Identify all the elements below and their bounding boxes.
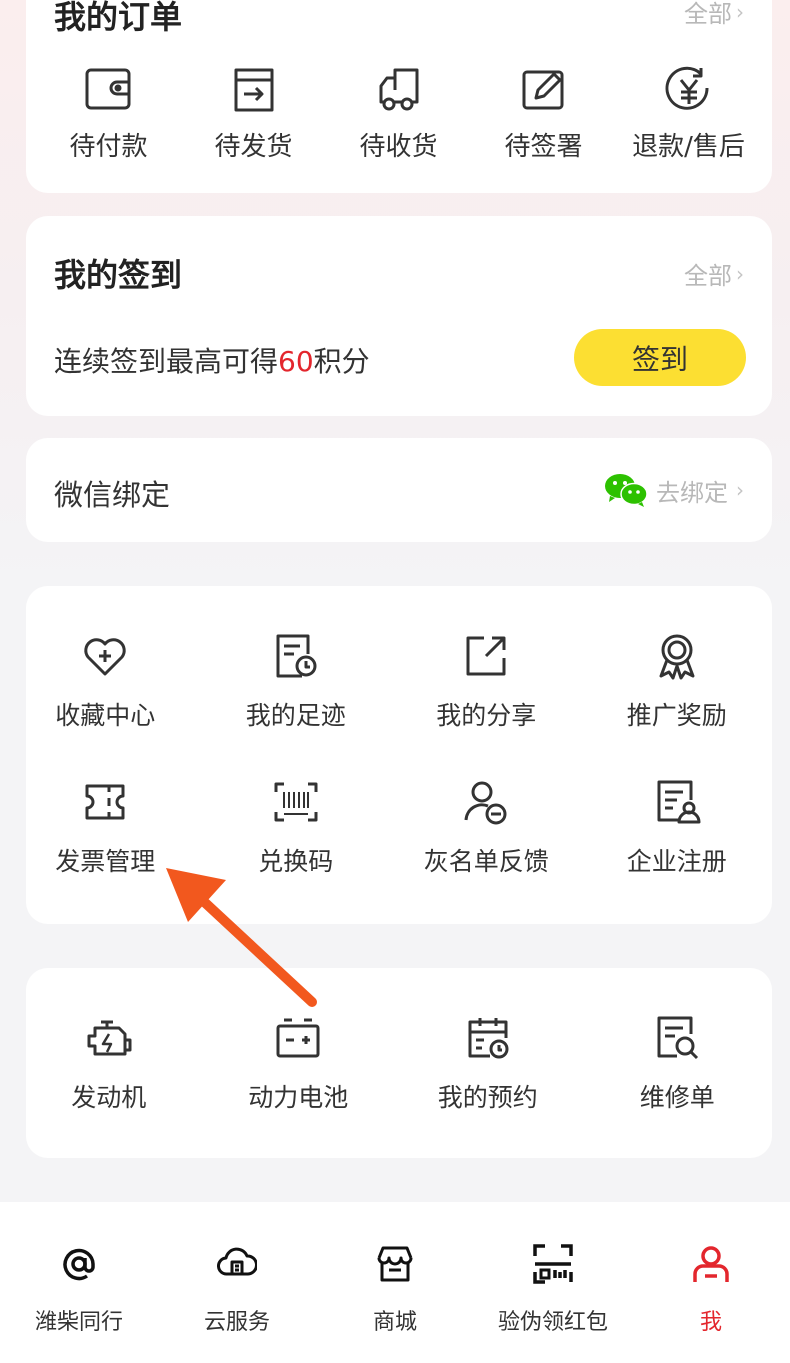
- orders-more-link[interactable]: 全部 ›: [684, 0, 744, 29]
- signin-more-link[interactable]: 全部 ›: [684, 256, 744, 291]
- nav-cloud-service-label: 云服务: [203, 1310, 270, 1335]
- grid-invoice-management-label: 发票管理: [55, 847, 156, 876]
- nav-store-label: 商城: [372, 1310, 417, 1335]
- wechat-icon: [605, 474, 648, 507]
- wallet-icon: [85, 68, 130, 110]
- orders-more-label: 全部: [684, 0, 732, 28]
- order-pending-sign-label: 待签署: [504, 132, 583, 162]
- signin-title: 我的签到: [54, 256, 183, 294]
- grid-my-share[interactable]: 我的分享: [391, 632, 582, 732]
- nav-verify-red-packet-label: 验伪领红包: [497, 1310, 608, 1335]
- signin-desc-suffix: 积分: [313, 345, 370, 378]
- signin-desc-prefix: 连续签到最高可得: [54, 345, 279, 378]
- grid-my-appointments-label: 我的预约: [437, 1083, 538, 1112]
- at-icon: [63, 1248, 95, 1281]
- order-refund-aftersale-label: 退款/售后: [632, 132, 745, 162]
- signin-description: 连续签到最高可得60积分: [54, 340, 370, 380]
- grid-enterprise-registration[interactable]: 企业注册: [582, 778, 773, 878]
- grid-my-appointments[interactable]: 我的预约: [393, 1014, 583, 1114]
- wechat-bind-card[interactable]: 微信绑定 去绑定 ›: [26, 438, 772, 542]
- orders-title: 我的订单: [54, 0, 183, 36]
- user-icon: [693, 1246, 729, 1282]
- scan-icon: [533, 1244, 573, 1284]
- wechat-bind-action[interactable]: 去绑定 ›: [604, 472, 744, 508]
- order-pending-receipt-label: 待收货: [359, 132, 438, 162]
- repair-order-icon: [657, 1016, 699, 1060]
- grid-referral-rewards[interactable]: 推广奖励: [582, 632, 773, 732]
- grid-referral-rewards-label: 推广奖励: [626, 701, 727, 730]
- grid-favorites[interactable]: 收藏中心: [10, 632, 201, 732]
- grid-my-share-label: 我的分享: [436, 701, 537, 730]
- store-icon: [377, 1246, 413, 1282]
- signin-button[interactable]: 签到: [574, 329, 746, 386]
- engine-icon: [87, 1020, 132, 1056]
- truck-icon: [379, 68, 418, 111]
- grid-redeem-code[interactable]: 兑换码: [201, 778, 392, 878]
- calendar-icon: [468, 1018, 509, 1059]
- chevron-right-icon: ›: [736, 0, 744, 24]
- grid-enterprise-registration-label: 企业注册: [626, 847, 727, 876]
- grid-repair-orders[interactable]: 维修单: [583, 1014, 773, 1114]
- nav-me-label: 我: [699, 1310, 722, 1335]
- order-pending-shipment-label: 待发货: [214, 132, 293, 162]
- sign-edit-icon: [522, 70, 563, 110]
- award-icon: [659, 634, 695, 680]
- order-pending-shipment[interactable]: 待发货: [181, 66, 326, 163]
- order-refund-aftersale[interactable]: 退款/售后: [616, 66, 761, 163]
- heart-plus-icon: [84, 638, 126, 676]
- signin-more-label: 全部: [684, 262, 732, 290]
- order-pending-payment-label: 待付款: [69, 132, 148, 162]
- nav-store[interactable]: 商城: [316, 1202, 474, 1363]
- grid-redeem-code-label: 兑换码: [258, 847, 334, 876]
- orders-card: 我的订单 全部 › 待付款 待发货 待收货 待签署 退款/售后: [26, 0, 772, 193]
- nav-weichai-together-label: 潍柴同行: [34, 1310, 123, 1335]
- chevron-right-icon: ›: [736, 478, 744, 502]
- grid-graylist-feedback[interactable]: 灰名单反馈: [391, 778, 582, 878]
- order-pending-receipt[interactable]: 待收货: [326, 66, 471, 163]
- refund-icon: [665, 66, 709, 110]
- grid-footprints[interactable]: 我的足迹: [201, 632, 392, 732]
- tools-card: 发动机 动力电池 我的预约 维修单: [26, 968, 772, 1158]
- grid-engine[interactable]: 发动机: [14, 1014, 204, 1114]
- grid-repair-orders-label: 维修单: [639, 1083, 715, 1112]
- barcode-icon: [274, 782, 318, 822]
- nav-weichai-together[interactable]: 潍柴同行: [0, 1202, 158, 1363]
- nav-me[interactable]: 我: [632, 1202, 790, 1363]
- signin-card: 我的签到 全部 › 连续签到最高可得60积分 签到: [26, 216, 772, 416]
- order-pending-sign[interactable]: 待签署: [471, 66, 616, 163]
- battery-icon: [276, 1018, 320, 1058]
- bottom-nav: 潍柴同行 云服务 商城 验伪领红包 我: [0, 1202, 790, 1363]
- grid-power-battery-label: 动力电池: [248, 1083, 349, 1112]
- share-icon: [466, 636, 506, 676]
- grid-favorites-label: 收藏中心: [55, 701, 156, 730]
- box-out-icon: [234, 68, 273, 112]
- chevron-right-icon: ›: [736, 261, 744, 286]
- invoice-icon: [85, 784, 125, 820]
- cloud-icon: [217, 1247, 257, 1276]
- grid-invoice-management[interactable]: 发票管理: [10, 778, 201, 878]
- enterprise-icon: [657, 780, 701, 824]
- nav-cloud-service[interactable]: 云服务: [158, 1202, 316, 1363]
- services-card: 收藏中心 我的足迹 我的分享 推广奖励 发票管理 兑换码 灰名单反馈 企业注册: [26, 586, 772, 924]
- user-minus-icon: [464, 781, 507, 825]
- wechat-bind-label: 微信绑定: [54, 478, 171, 512]
- grid-graylist-feedback-label: 灰名单反馈: [423, 847, 549, 876]
- nav-verify-red-packet[interactable]: 验伪领红包: [474, 1202, 632, 1363]
- grid-power-battery[interactable]: 动力电池: [204, 1014, 394, 1114]
- wechat-bind-action-label: 去绑定: [656, 478, 728, 507]
- grid-engine-label: 发动机: [71, 1083, 147, 1112]
- signin-points: 60: [278, 345, 314, 378]
- order-pending-payment[interactable]: 待付款: [36, 66, 181, 163]
- grid-footprints-label: 我的足迹: [245, 701, 346, 730]
- history-icon: [276, 634, 317, 678]
